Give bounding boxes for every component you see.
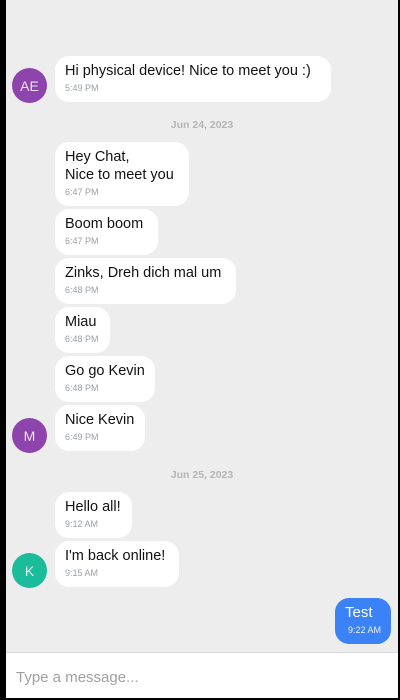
message-text: Hello all! <box>65 499 121 515</box>
message-time: 5:49 PM <box>65 83 99 93</box>
message-bubble[interactable]: Boom boom 6:47 PM <box>55 209 158 255</box>
avatar[interactable]: AE <box>12 68 47 103</box>
chat-screen: Hi physical device! Nice to meet you :) … <box>6 0 398 698</box>
message-bubble[interactable]: Miau 6:48 PM <box>55 307 110 353</box>
message-time: 6:49 PM <box>65 432 99 442</box>
message-text: Go go Kevin <box>65 363 145 379</box>
message-time: 6:47 PM <box>65 187 99 197</box>
message-text: I'm back online! <box>65 548 166 564</box>
message-list[interactable]: Hi physical device! Nice to meet you :) … <box>6 0 398 651</box>
message-bubble[interactable]: Nice Kevin 6:49 PM <box>55 405 145 451</box>
message-text: Test <box>345 604 373 621</box>
message-time: 9:15 AM <box>65 568 99 578</box>
message-bubble[interactable]: I'm back online! 9:15 AM <box>55 541 179 587</box>
message-time: 6:48 PM <box>65 383 99 393</box>
outgoing-message-bubble[interactable]: Test 9:22 AM <box>335 598 391 644</box>
message-time: 6:48 PM <box>65 285 99 295</box>
message-bubble[interactable]: Hi physical device! Nice to meet you :) … <box>55 56 331 102</box>
message-text: Miau <box>65 314 97 330</box>
avatar[interactable]: M <box>12 418 47 453</box>
message-bubble[interactable]: Hello all! 9:12 AM <box>55 492 132 538</box>
message-text: Boom boom <box>65 216 144 232</box>
message-time: 6:48 PM <box>65 334 99 344</box>
message-text: Nice Kevin <box>65 412 135 428</box>
message-time: 9:22 AM <box>347 625 381 635</box>
message-composer <box>6 652 398 698</box>
message-time: 6:47 PM <box>65 236 99 246</box>
date-separator: Jun 24, 2023 <box>170 119 234 131</box>
message-time: 9:12 AM <box>65 519 99 529</box>
message-text: Hey Chat, Nice to meet you <box>65 149 174 183</box>
message-text: Zinks, Dreh dich mal um <box>65 265 222 281</box>
message-text: Hi physical device! Nice to meet you :) <box>65 63 311 79</box>
message-bubble[interactable]: Zinks, Dreh dich mal um 6:48 PM <box>55 258 236 304</box>
message-bubble[interactable]: Go go Kevin 6:48 PM <box>55 356 155 402</box>
avatar[interactable]: K <box>12 553 47 588</box>
date-separator: Jun 25, 2023 <box>170 469 234 481</box>
message-bubble[interactable]: Hey Chat, Nice to meet you 6:47 PM <box>55 142 189 206</box>
message-input[interactable] <box>14 661 388 693</box>
